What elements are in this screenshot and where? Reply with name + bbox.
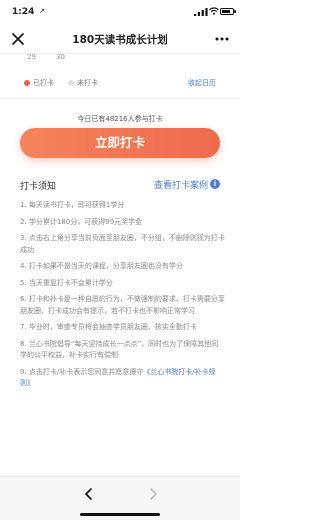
wifi-icon — [209, 7, 219, 15]
location-arrow-icon: ↗ — [39, 7, 45, 15]
status-bar: 1:24 ↗ — [0, 0, 240, 24]
calendar-day[interactable]: 29 — [27, 54, 36, 61]
rule-9-text: 9. 点击打卡/补卡表示您同意并愿意遵守 — [20, 367, 144, 376]
unchecked-label: 未打卡 — [77, 79, 98, 87]
checked-label: 已打卡 — [33, 79, 54, 87]
nav-bar: 180天读书成长计划 — [0, 24, 240, 54]
calendar-day[interactable]: 30 — [56, 54, 65, 61]
battery-icon — [220, 8, 236, 15]
rule-item: 2. 学分累计180分，可获得99元奖学金 — [20, 217, 143, 226]
chevron-left-icon[interactable] — [82, 487, 96, 501]
unchecked-dot-icon — [68, 80, 74, 86]
rule-item: 6. 打卡和补卡是一种自愿的行为，不做强制的要求，打卡需要分享朋友圈，打卡成功会… — [20, 295, 225, 315]
rule-item: 3. 点击右上角分享当前页面至朋友圈，不分组，不删除则视为打卡成功 — [20, 234, 225, 254]
status-time: 1:24 — [12, 7, 35, 17]
rule-item: 4. 打卡如果不是当天的课程，分享朋友圈也没有学分 — [20, 262, 183, 270]
browser-toolbar — [0, 476, 240, 520]
home-indicator — [80, 513, 160, 516]
rule-item: 7. 毕业时，审查专员将会抽查学员朋友圈，核实全勤打卡 — [20, 323, 197, 331]
rule-item: 8. 兰心书院倡导“每天坚持成长一点点”，同时也为了保障其他同学的公平权益，补卡… — [20, 339, 219, 360]
chevron-right-icon[interactable] — [146, 487, 160, 501]
participants-count: 今日已有48216人参与打卡 — [77, 115, 163, 123]
rules-header: 打卡须知 查看打卡案例 i — [0, 178, 240, 192]
checked-dot-icon — [24, 80, 30, 86]
checkin-button[interactable]: 立即打卡 — [20, 128, 220, 158]
calendar-strip: 29 30 — [0, 54, 240, 64]
view-cases-link[interactable]: 查看打卡案例 — [154, 178, 208, 191]
rule-item: 9. 点击打卡/补卡表示您同意并愿意遵守《兰心书院打卡/补卡规则》 — [20, 367, 225, 390]
rules-list: 1. 每天读书打卡，即可获得1学分 2. 学分累计180分，可获得99元奖学金 … — [20, 200, 225, 395]
rule-item: 5. 当天重复打卡不会累计学分 — [20, 278, 113, 287]
divider — [0, 98, 240, 104]
collapse-calendar-link[interactable]: 收起日历 — [188, 78, 216, 88]
rules-title: 打卡须知 — [20, 182, 57, 192]
signal-icon — [194, 8, 208, 16]
info-icon[interactable]: i — [210, 179, 220, 189]
more-icon[interactable] — [214, 31, 230, 47]
page-title: 180天读书成长计划 — [72, 34, 168, 46]
rule-item: 1. 每天读书打卡，即可获得1学分 — [20, 201, 125, 209]
calendar-legend: 已打卡 未打卡 收起日历 — [0, 76, 240, 90]
